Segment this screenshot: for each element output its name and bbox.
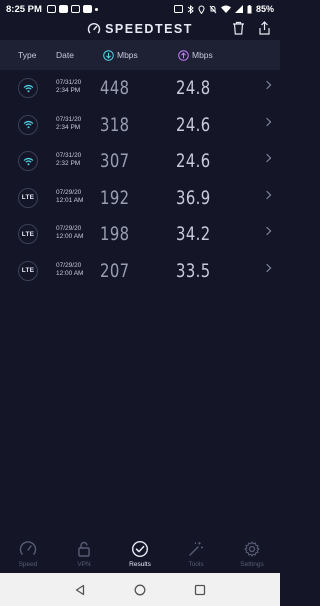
- upload-speed: 24.8: [176, 77, 211, 99]
- wifi-icon: [23, 84, 33, 92]
- bottom-nav: Speed VPN Results Tools Settings: [0, 532, 280, 572]
- bluetooth-icon: [187, 4, 194, 14]
- upload-speed: 36.9: [176, 186, 211, 209]
- battery-icon: [247, 4, 252, 13]
- back-icon[interactable]: [74, 584, 86, 596]
- speedtest-logo-icon: [87, 23, 101, 34]
- lte-label: LTE: [21, 267, 35, 274]
- gauge-icon: [19, 541, 37, 555]
- connection-type-badge: LTE: [18, 260, 38, 281]
- download-speed: 307: [100, 150, 130, 172]
- youtube-icon: [82, 5, 92, 13]
- wifi-icon: [23, 120, 33, 129]
- lte-label: LTE: [21, 194, 35, 201]
- nav-vpn[interactable]: VPN: [56, 532, 112, 572]
- nav-vpn-label: VPN: [77, 561, 91, 568]
- column-download[interactable]: Mbps: [103, 49, 138, 61]
- gear-icon: [244, 541, 260, 557]
- result-date: 07/29/20 12:00 AM: [56, 261, 84, 277]
- result-date: 07/31/20 2:34 PM: [56, 115, 82, 131]
- system-nav-bar: [0, 573, 280, 606]
- result-date: 07/29/20 12:00 AM: [56, 225, 84, 240]
- upload-speed: 34.2: [176, 223, 211, 245]
- mute-icon: [209, 5, 217, 13]
- results-list: 07/31/20 2:34 PM 448 24.8 07/31/20 2:34 PM…: [0, 70, 280, 289]
- connection-type-badge: LTE: [18, 224, 38, 244]
- status-time: 8:25 PM: [6, 3, 42, 15]
- connection-type-badge: LTE: [18, 187, 38, 208]
- download-arrow-icon: [103, 49, 114, 61]
- connection-type-badge: [18, 78, 38, 98]
- download-speed: 192: [100, 186, 130, 209]
- nfc-icon: [173, 5, 183, 13]
- download-speed: 207: [100, 259, 130, 282]
- column-download-label: Mbps: [117, 50, 138, 60]
- column-upload[interactable]: Mbps: [178, 49, 213, 61]
- connection-type-badge: [18, 114, 38, 135]
- more-notifications-icon: [94, 7, 98, 11]
- status-bar: 8:25 PM 85%: [0, 0, 280, 18]
- result-row[interactable]: 07/31/20 2:34 PM 448 24.8: [0, 70, 280, 107]
- chevron-right-icon: [262, 153, 272, 163]
- result-date: 07/29/20 12:01 AM: [56, 188, 84, 204]
- download-speed: 318: [100, 113, 130, 136]
- nav-settings-label: Settings: [240, 561, 264, 568]
- mail-icon: [46, 5, 56, 13]
- result-date: 07/31/20 2:32 PM: [56, 152, 82, 167]
- column-upload-label: Mbps: [192, 50, 213, 60]
- upload-speed: 33.5: [176, 259, 211, 282]
- download-speed: 198: [100, 223, 130, 245]
- result-row[interactable]: 07/31/20 2:34 PM 318 24.6: [0, 107, 280, 144]
- chevron-right-icon: [262, 190, 272, 199]
- notification-icons: [46, 5, 98, 13]
- nav-results-label: Results: [129, 561, 151, 568]
- wand-icon: [189, 542, 203, 556]
- system-icons: 85%: [173, 4, 274, 14]
- youtube-icon: [58, 5, 68, 13]
- download-speed: 448: [100, 77, 130, 99]
- app-bar: SPEEDTEST: [0, 18, 280, 40]
- upload-arrow-icon: [178, 49, 189, 61]
- nav-speed[interactable]: Speed: [0, 532, 56, 572]
- recents-icon[interactable]: [194, 584, 206, 596]
- connection-type-badge: [18, 151, 38, 171]
- chevron-right-icon: [262, 117, 272, 126]
- chevron-right-icon: [262, 226, 272, 236]
- result-row[interactable]: LTE 07/29/20 12:00 AM 198 34.2: [0, 216, 280, 253]
- result-row[interactable]: 07/31/20 2:32 PM 307 24.6: [0, 143, 280, 180]
- signal-icon: [234, 5, 243, 13]
- chevron-right-icon: [262, 80, 272, 90]
- share-icon[interactable]: [258, 21, 271, 35]
- results-column-header: Type Date Mbps Mbps: [0, 40, 280, 70]
- lock-icon: [78, 541, 90, 557]
- location-icon: [198, 5, 205, 14]
- column-date[interactable]: Date: [56, 50, 74, 60]
- battery-percent: 85%: [255, 4, 274, 14]
- trash-icon[interactable]: [232, 21, 245, 35]
- nav-tools-label: Tools: [188, 561, 204, 568]
- app-title: SPEEDTEST: [105, 22, 193, 36]
- result-date: 07/31/20 2:34 PM: [56, 79, 82, 94]
- wifi-icon: [23, 157, 33, 165]
- nav-results[interactable]: Results: [112, 532, 168, 572]
- upload-speed: 24.6: [176, 150, 211, 172]
- check-circle-icon: [131, 540, 149, 558]
- nav-tools[interactable]: Tools: [168, 532, 224, 572]
- upload-speed: 24.6: [176, 113, 211, 136]
- wifi-icon: [220, 5, 231, 13]
- result-row[interactable]: LTE 07/29/20 12:00 AM 207 33.5: [0, 253, 280, 290]
- column-type[interactable]: Type: [18, 50, 36, 60]
- nav-settings[interactable]: Settings: [224, 532, 280, 572]
- home-icon[interactable]: [134, 584, 146, 596]
- result-row[interactable]: LTE 07/29/20 12:01 AM 192 36.9: [0, 180, 280, 217]
- chevron-right-icon: [262, 263, 272, 272]
- lte-label: LTE: [21, 230, 35, 238]
- nav-speed-label: Speed: [18, 561, 38, 568]
- image-icon: [70, 5, 80, 13]
